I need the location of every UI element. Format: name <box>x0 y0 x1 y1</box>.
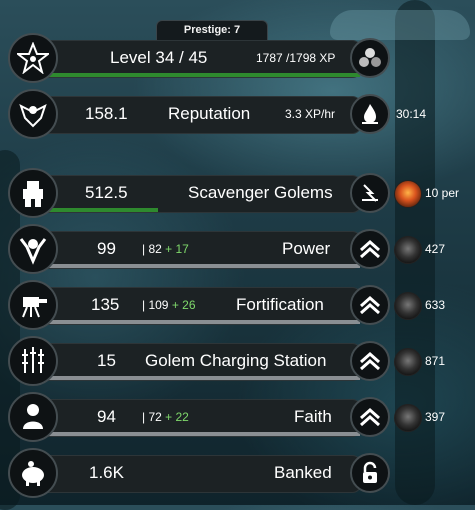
summon-icon[interactable] <box>350 173 390 213</box>
stat-row-charging-station: 15 Golem Charging Station 871 <box>0 336 475 386</box>
skills-orbs-icon[interactable] <box>350 38 390 78</box>
stat-value: 99 <box>97 239 116 258</box>
upgrade-chevron-icon[interactable] <box>350 229 390 269</box>
reputation-rate: 3.3 XP/hr <box>285 107 336 121</box>
stat-row-power: 99 | 82 + 17 Power 427 <box>0 224 475 274</box>
upgrade-chevron-icon[interactable] <box>350 341 390 381</box>
reputation-row: 158.1 Reputation 3.3 XP/hr 30:14 <box>0 89 475 139</box>
cost-orb-icon <box>394 348 422 376</box>
golem-icon <box>8 168 58 218</box>
reputation-emblem-icon <box>8 89 58 139</box>
flame-icon[interactable] <box>350 94 390 134</box>
stat-label: Power <box>282 239 331 258</box>
cost-orb-icon <box>394 236 422 264</box>
stat-cost: 427 <box>425 242 446 256</box>
stat-row-fortification: 135 | 109 + 26 Fortification 633 <box>0 280 475 330</box>
golem-cost-orb-icon <box>394 180 422 208</box>
golems-row: 512.5 Scavenger Golems 10 per <box>0 168 475 218</box>
level-star-icon <box>8 33 58 83</box>
raised-fists-icon <box>8 224 58 274</box>
banked-label: Banked <box>274 463 332 482</box>
stat-cost: 871 <box>425 354 446 368</box>
piggy-bank-icon <box>8 448 58 498</box>
cost-orb-icon <box>394 404 422 432</box>
banked-value: 1.6K <box>89 463 124 482</box>
stat-label: Faith <box>294 407 332 426</box>
stat-label: Fortification <box>236 295 324 314</box>
upgrade-chevron-icon[interactable] <box>350 397 390 437</box>
stat-cost: 397 <box>425 410 446 424</box>
lock-icon[interactable] <box>350 453 390 493</box>
stat-base: | 109 + 26 <box>142 298 196 312</box>
level-row: Level 34 / 45 1787 /1798 XP <box>0 33 475 83</box>
stat-row-faith: 94 | 72 + 22 Faith 397 <box>0 392 475 442</box>
cost-orb-icon <box>394 292 422 320</box>
golems-label: Scavenger Golems <box>188 183 333 202</box>
stat-value: 15 <box>97 351 116 370</box>
stat-base: | 82 + 17 <box>142 242 189 256</box>
stat-value: 94 <box>97 407 116 426</box>
praying-figure-icon <box>8 392 58 442</box>
golems-value: 512.5 <box>85 183 128 202</box>
stat-base: | 72 + 22 <box>142 410 189 424</box>
turret-icon <box>8 280 58 330</box>
reputation-label: Reputation <box>168 104 251 123</box>
stat-cost: 633 <box>425 298 446 312</box>
stat-label: Golem Charging Station <box>145 351 327 370</box>
stat-value: 135 <box>91 295 120 314</box>
reputation-value: 158.1 <box>85 104 128 123</box>
lightning-rods-icon <box>8 336 58 386</box>
level-xp: 1787 /1798 XP <box>256 51 336 65</box>
upgrade-chevron-icon[interactable] <box>350 285 390 325</box>
reputation-timer: 30:14 <box>396 107 427 121</box>
level-label: Level 34 / 45 <box>110 48 208 67</box>
golems-per: 10 per <box>425 186 460 200</box>
banked-row: 1.6K Banked <box>0 448 475 498</box>
